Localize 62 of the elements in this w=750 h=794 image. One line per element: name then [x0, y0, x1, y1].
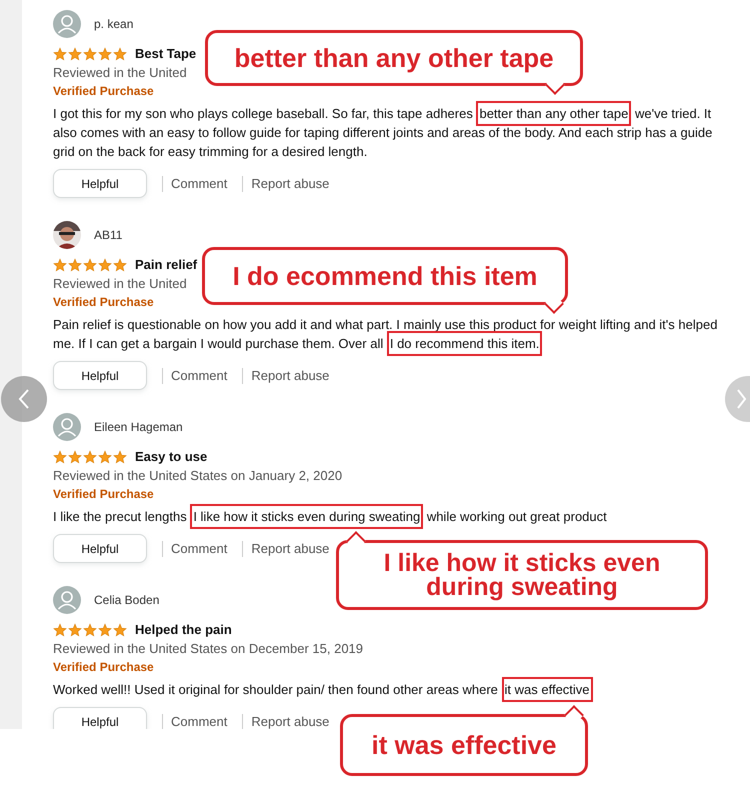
review-text: Pain relief is questionable on how you add it and what part. I mainly use this product for weight lifting and it's helped me. If I can get a bargain I would purchase them. Over all I do recommend this item.	[53, 315, 718, 353]
star-icon	[98, 622, 112, 636]
report-abuse-link[interactable]: Report abuse	[251, 174, 330, 194]
avatar-icon	[53, 413, 81, 441]
star-icon	[83, 258, 97, 272]
comment-link[interactable]: Comment	[171, 366, 228, 386]
verified-purchase-label: Verified Purchase	[53, 83, 154, 100]
helpful-button[interactable]: Helpful	[53, 707, 147, 729]
comment-link[interactable]: Comment	[171, 712, 228, 729]
verified-purchase-label: Verified Purchase	[53, 659, 154, 676]
helpful-button[interactable]: Helpful	[53, 534, 147, 563]
chevron-right-icon	[736, 388, 746, 410]
star-icon	[68, 46, 82, 60]
comment-link[interactable]: Comment	[171, 174, 228, 194]
star-icon	[83, 622, 97, 636]
reviewer-name: Celia Boden	[94, 592, 160, 609]
chevron-left-icon	[17, 388, 31, 410]
review-date: Reviewed in the United	[53, 275, 187, 293]
star-icon	[113, 622, 127, 636]
review-date: Reviewed in the United States on December 15, 2019	[53, 640, 364, 658]
report-abuse-link[interactable]: Report abuse	[251, 538, 330, 558]
comment-link[interactable]: Comment	[171, 538, 228, 558]
star-icon	[83, 450, 97, 464]
star-icon	[98, 258, 112, 272]
next-button[interactable]	[725, 376, 750, 422]
callout-text: it was effective	[372, 733, 556, 757]
reviewer-name: Eileen Hageman	[94, 419, 183, 436]
review-title: Easy to use	[135, 448, 208, 466]
review-title: Best Tape	[135, 44, 196, 63]
star-icon	[68, 450, 82, 464]
callout-text: better than any other tape	[234, 46, 554, 70]
avatar-icon	[53, 10, 81, 38]
review-text: I like the precut lengths I like how it sticks even during sweating while working out great product	[53, 507, 718, 526]
report-abuse-link[interactable]: Report abuse	[251, 366, 330, 386]
star-icon	[53, 622, 67, 636]
callout-text: I do ecommend this item	[232, 264, 538, 288]
star-icon	[113, 450, 127, 464]
reviewer-name: p. kean	[94, 16, 134, 33]
star-icon	[53, 46, 67, 60]
review-title: Pain relief	[135, 256, 198, 274]
report-abuse-link[interactable]: Report abuse	[251, 712, 330, 729]
star-icon	[68, 622, 82, 636]
star-icon	[53, 258, 67, 272]
callout-text: I like how it sticks even during sweating	[382, 551, 662, 599]
review-date: Reviewed in the United	[53, 64, 187, 82]
star-icon	[98, 46, 112, 60]
star-icon	[53, 450, 67, 464]
verified-purchase-label: Verified Purchase	[53, 294, 154, 311]
helpful-button[interactable]: Helpful	[53, 361, 147, 390]
star-icon	[98, 450, 112, 464]
review-title: Helped the pain	[135, 620, 232, 639]
reviewer-name: AB11	[94, 227, 122, 244]
review-text: Worked well!! Used it original for shoulder pain/ then found other areas where it was effective	[53, 680, 718, 699]
helpful-button[interactable]: Helpful	[53, 169, 147, 198]
review-date: Reviewed in the United States on January 2, 2020	[53, 467, 342, 485]
verified-purchase-label: Verified Purchase	[53, 486, 154, 503]
star-icon	[113, 258, 127, 272]
star-icon	[68, 258, 82, 272]
star-icon	[113, 46, 127, 60]
avatar-icon	[53, 586, 81, 614]
review-text: I got this for my son who plays college baseball. So far, this tape adheres better than any other tape we've tried. It also comes with an easy to follow guide for taping different joints and areas of the body. And each strip has a guide grid on the back for easy trimming for a desired length.	[53, 104, 718, 161]
star-icon	[83, 46, 97, 60]
